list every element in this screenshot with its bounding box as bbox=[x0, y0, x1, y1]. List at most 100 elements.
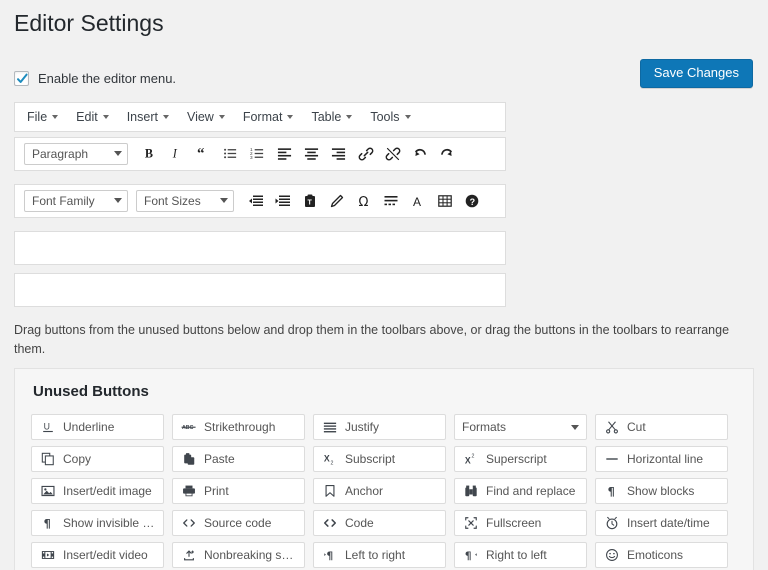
editor-settings-page: Editor Settings Enable the editor menu. … bbox=[0, 0, 768, 570]
table-button[interactable] bbox=[431, 188, 458, 214]
font-family-select[interactable]: Font Family bbox=[24, 190, 128, 212]
angle-brackets-icon bbox=[321, 515, 338, 532]
unused-button-label: Show invisible chara... bbox=[63, 516, 156, 530]
editor-toolbar-2: Font Family Font Sizes bbox=[14, 184, 506, 218]
unused-buttons-grid: U Underline ABC Strikethrough Justify Fo… bbox=[31, 414, 737, 570]
clear-formatting-icon bbox=[329, 193, 345, 209]
unused-button-label: Show blocks bbox=[627, 484, 694, 498]
unused-button-insert-edit-video[interactable]: Insert/edit video bbox=[31, 542, 164, 568]
chevron-down-icon bbox=[114, 151, 122, 156]
paste-as-text-button[interactable]: T bbox=[296, 188, 323, 214]
italic-button[interactable]: I bbox=[163, 141, 190, 167]
superscript-icon: X2 bbox=[462, 451, 479, 468]
menu-view-label: View bbox=[187, 110, 214, 124]
binoculars-icon bbox=[462, 483, 479, 500]
blockquote-button[interactable]: “ bbox=[190, 141, 217, 167]
unused-button-insert-date-time[interactable]: Insert date/time bbox=[595, 510, 728, 536]
editor-toolbar-1: Paragraph B I “ 1 2 bbox=[14, 137, 506, 171]
unused-button-strikethrough[interactable]: ABC Strikethrough bbox=[172, 414, 305, 440]
pilcrow-icon: ¶ bbox=[39, 515, 56, 532]
menu-tools[interactable]: Tools bbox=[370, 107, 419, 127]
menu-view[interactable]: View bbox=[187, 107, 234, 127]
unused-button-formats[interactable]: Formats bbox=[454, 414, 587, 440]
indent-button[interactable] bbox=[269, 188, 296, 214]
align-left-button[interactable] bbox=[271, 141, 298, 167]
help-button[interactable]: ? bbox=[458, 188, 485, 214]
menu-insert[interactable]: Insert bbox=[127, 107, 178, 127]
image-icon bbox=[39, 483, 56, 500]
special-character-button[interactable]: Ω bbox=[350, 188, 377, 214]
numbered-list-button[interactable]: 1 2 3 bbox=[244, 141, 271, 167]
unused-button-emoticons[interactable]: Emoticons bbox=[595, 542, 728, 568]
outdent-icon bbox=[248, 193, 264, 209]
align-center-button[interactable] bbox=[298, 141, 325, 167]
read-more-button[interactable] bbox=[377, 188, 404, 214]
nonbreaking-space-icon bbox=[180, 547, 197, 564]
chevron-down-icon bbox=[287, 115, 293, 119]
unused-button-subscript[interactable]: X2 Subscript bbox=[313, 446, 446, 472]
unused-button-source-code[interactable]: Source code bbox=[172, 510, 305, 536]
unused-button-superscript[interactable]: X2 Superscript bbox=[454, 446, 587, 472]
svg-text:X: X bbox=[323, 454, 329, 464]
redo-button[interactable] bbox=[433, 141, 460, 167]
font-sizes-select[interactable]: Font Sizes bbox=[136, 190, 234, 212]
save-changes-button[interactable]: Save Changes bbox=[640, 59, 753, 88]
redo-icon bbox=[439, 146, 455, 162]
unused-button-anchor[interactable]: Anchor bbox=[313, 478, 446, 504]
italic-icon: I bbox=[169, 146, 184, 161]
unused-button-right-to-left[interactable]: ¶ Right to left bbox=[454, 542, 587, 568]
align-right-button[interactable] bbox=[325, 141, 352, 167]
menu-tools-label: Tools bbox=[370, 110, 399, 124]
svg-text:2: 2 bbox=[471, 454, 474, 460]
paragraph-format-select[interactable]: Paragraph bbox=[24, 143, 128, 165]
unused-button-left-to-right[interactable]: ¶ Left to right bbox=[313, 542, 446, 568]
svg-text:¶: ¶ bbox=[464, 551, 471, 563]
angle-brackets-icon bbox=[180, 515, 197, 532]
editor-toolbar-4-empty[interactable] bbox=[14, 273, 506, 307]
unused-button-find-and-replace[interactable]: Find and replace bbox=[454, 478, 587, 504]
unused-button-underline[interactable]: U Underline bbox=[31, 414, 164, 440]
unused-button-paste[interactable]: Paste bbox=[172, 446, 305, 472]
unused-button-label: Source code bbox=[204, 516, 271, 530]
unused-button-label: Right to left bbox=[486, 548, 547, 562]
unused-button-label: Justify bbox=[345, 420, 379, 434]
clear-formatting-button[interactable] bbox=[323, 188, 350, 214]
menu-format[interactable]: Format bbox=[243, 107, 303, 127]
menu-edit[interactable]: Edit bbox=[76, 107, 118, 127]
unused-button-copy[interactable]: Copy bbox=[31, 446, 164, 472]
menu-edit-label: Edit bbox=[76, 110, 98, 124]
unused-button-show-invisible-characters[interactable]: ¶ Show invisible chara... bbox=[31, 510, 164, 536]
outdent-button[interactable] bbox=[242, 188, 269, 214]
text-color-button[interactable]: A bbox=[404, 188, 431, 214]
menu-file[interactable]: File bbox=[27, 107, 67, 127]
unused-button-label: Nonbreaking space bbox=[204, 548, 297, 562]
unused-button-justify[interactable]: Justify bbox=[313, 414, 446, 440]
editor-toolbar-3-empty[interactable] bbox=[14, 231, 506, 265]
unused-button-print[interactable]: Print bbox=[172, 478, 305, 504]
undo-button[interactable] bbox=[406, 141, 433, 167]
unused-button-cut[interactable]: Cut bbox=[595, 414, 728, 440]
unused-button-code[interactable]: Code bbox=[313, 510, 446, 536]
horizontal-line-icon bbox=[603, 451, 620, 468]
underline-icon: U bbox=[39, 419, 56, 436]
svg-text:3: 3 bbox=[250, 156, 253, 161]
unused-button-label: Subscript bbox=[345, 452, 395, 466]
read-more-icon bbox=[383, 193, 399, 209]
bullet-list-button[interactable] bbox=[217, 141, 244, 167]
align-center-icon bbox=[304, 146, 319, 161]
unused-button-horizontal-line[interactable]: Horizontal line bbox=[595, 446, 728, 472]
editor-menubar: File Edit Insert View Format Table bbox=[14, 102, 506, 132]
unused-button-label: Code bbox=[345, 516, 374, 530]
unused-button-fullscreen[interactable]: Fullscreen bbox=[454, 510, 587, 536]
menu-insert-label: Insert bbox=[127, 110, 158, 124]
unused-button-show-blocks[interactable]: ¶ Show blocks bbox=[595, 478, 728, 504]
table-icon bbox=[437, 193, 453, 209]
unused-button-insert-edit-image[interactable]: Insert/edit image bbox=[31, 478, 164, 504]
unused-button-nonbreaking-space[interactable]: Nonbreaking space bbox=[172, 542, 305, 568]
menu-table[interactable]: Table bbox=[311, 107, 361, 127]
link-button[interactable] bbox=[352, 141, 379, 167]
svg-text:¶: ¶ bbox=[607, 485, 614, 499]
enable-editor-menu-checkbox[interactable] bbox=[14, 71, 29, 86]
bold-button[interactable]: B bbox=[136, 141, 163, 167]
unlink-button[interactable] bbox=[379, 141, 406, 167]
